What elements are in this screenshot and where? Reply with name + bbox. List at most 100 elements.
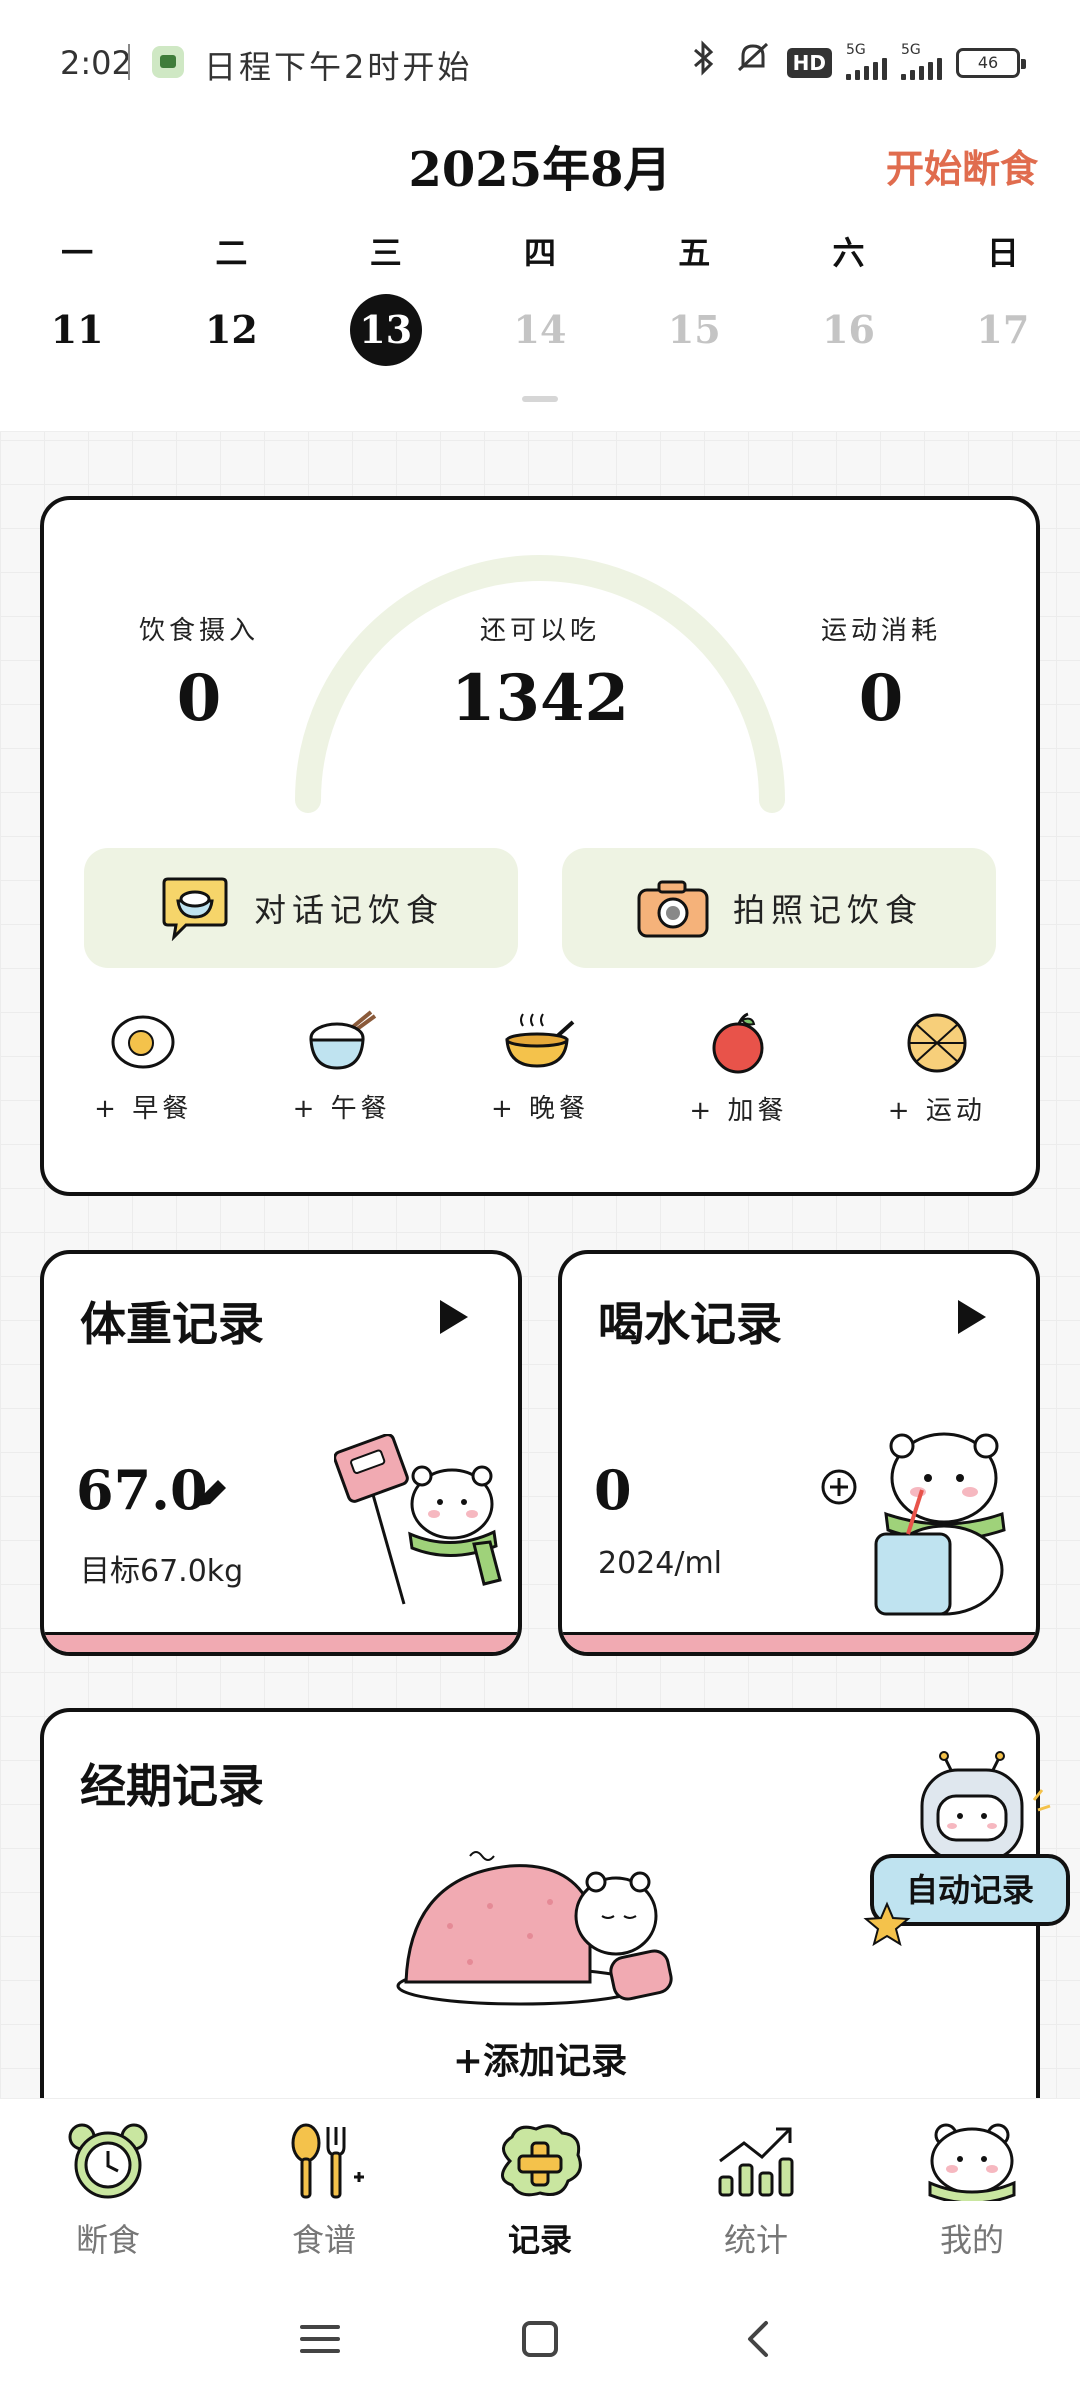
meal-snack-button[interactable]: + 加餐 <box>639 1010 837 1127</box>
date-cell[interactable]: 11 <box>0 294 154 366</box>
bear-drink-illustration <box>874 1432 1006 1616</box>
date-number: 17 <box>976 307 1030 352</box>
star-icon <box>863 1901 911 1947</box>
meal-dinner-button[interactable]: + 晚餐 <box>441 1010 639 1127</box>
weight-card-title: 体重记录 <box>72 1288 272 1354</box>
chat-bowl-icon <box>162 877 228 941</box>
weight-value: 67.0 <box>76 1458 208 1522</box>
weekday-label: 六 <box>832 234 865 272</box>
calorie-summary-card: 饮食摄入 0 还可以吃 1342 运动消耗 0 对话记饮食 拍照记饮食 + 早餐… <box>40 496 1040 1196</box>
period-card-title: 经期记录 <box>72 1750 272 1816</box>
burn-label: 运动消耗 <box>820 616 941 646</box>
status-icons: HD 5G 5G 46 <box>689 40 1026 85</box>
bar-chart-icon <box>718 2127 794 2197</box>
meal-breakfast-button[interactable]: + 早餐 <box>44 1010 242 1127</box>
remaining-value: 1342 <box>450 661 630 736</box>
meal-lunch-button[interactable]: + 午餐 <box>242 1010 440 1127</box>
date-cell[interactable]: 14 <box>463 294 617 366</box>
date-number: 15 <box>667 307 721 352</box>
camera-icon <box>637 880 709 938</box>
intake-value: 0 <box>176 661 222 736</box>
weekday-label: 一 <box>61 234 94 272</box>
back-icon[interactable] <box>738 2317 782 2361</box>
weekday-label: 五 <box>678 234 711 272</box>
hd-badge: HD <box>786 47 832 78</box>
egg-icon <box>111 1015 175 1069</box>
weekday-label: 四 <box>523 234 556 272</box>
weekday-label: 三 <box>369 234 402 272</box>
intake-label: 饮食摄入 <box>138 616 259 646</box>
date-cell[interactable]: 12 <box>154 294 308 366</box>
apple-icon <box>712 1012 764 1074</box>
robot-bear-icon <box>920 1751 1051 1862</box>
meal-label: + 运动 <box>887 1096 986 1126</box>
nav-item-fasting[interactable]: 断食 <box>0 2121 216 2261</box>
basketball-icon <box>907 1013 967 1073</box>
nav-item-profile[interactable]: 我的 <box>864 2121 1080 2261</box>
photo-log-label: 拍照记饮食 <box>732 891 923 929</box>
date-cell[interactable]: 15 <box>617 294 771 366</box>
meal-label: + 早餐 <box>94 1094 193 1124</box>
add-water-icon[interactable] <box>820 1468 858 1506</box>
water-card-title: 喝水记录 <box>590 1288 790 1354</box>
weight-card[interactable]: 体重记录 67.0 目标67.0kg <box>40 1250 522 1656</box>
water-title-text: 喝水记录 <box>598 1297 782 1351</box>
nav-label: 食谱 <box>291 2221 356 2259</box>
nav-item-stats[interactable]: 统计 <box>648 2121 864 2261</box>
weight-title-text: 体重记录 <box>80 1297 264 1351</box>
nav-label: 统计 <box>723 2221 788 2259</box>
chat-log-button[interactable]: 对话记饮食 <box>84 848 518 968</box>
date-cell[interactable]: 16 <box>771 294 925 366</box>
auto-record-button[interactable]: 自动记录 <box>862 1750 1080 1950</box>
menu-icon[interactable] <box>298 2319 342 2359</box>
nav-label: 断食 <box>75 2221 140 2259</box>
water-value: 0 <box>594 1458 632 1522</box>
nav-label-active: 记录 <box>507 2221 572 2259</box>
play-icon[interactable] <box>440 1300 468 1334</box>
meal-row: + 早餐 + 午餐 + 晚餐 + 加餐 + 运动 <box>44 1010 1036 1127</box>
status-time: 2:02 <box>60 44 132 82</box>
status-notification: 日程下午2时开始 <box>204 48 473 86</box>
edit-pencil-icon[interactable] <box>194 1476 230 1512</box>
meal-label: + 加餐 <box>689 1096 788 1126</box>
signal-icon: 5G <box>846 42 887 80</box>
soup-bowl-icon <box>505 1013 575 1068</box>
status-separator <box>128 44 130 80</box>
rice-bowl-icon <box>308 1010 376 1070</box>
add-period-record-button[interactable]: +添加记录 <box>44 2032 1036 2084</box>
add-record-icon <box>501 2124 582 2197</box>
signal-icon-2: 5G <box>901 42 942 80</box>
play-icon[interactable] <box>958 1300 986 1334</box>
photo-log-button[interactable]: 拍照记饮食 <box>562 848 996 968</box>
nav-item-record-active[interactable]: 记录 <box>432 2121 648 2261</box>
sleeping-bear-illustration <box>396 1851 673 2006</box>
remaining-stat: 还可以吃 1342 <box>430 610 650 736</box>
system-nav-bar <box>0 2317 1080 2361</box>
home-icon[interactable] <box>518 2317 562 2361</box>
nav-label: 我的 <box>939 2221 1004 2259</box>
water-card[interactable]: 喝水记录 0 2024/ml <box>558 1250 1040 1656</box>
calendar-app-icon <box>152 46 184 78</box>
start-fast-button[interactable]: 开始断食 <box>886 138 1038 193</box>
network-label-2: 5G <box>901 41 921 58</box>
top-area: 2:02 日程下午2时开始 HD 5G 5G 46 2025年8月 开始断食 一 <box>0 0 1080 432</box>
card-base <box>562 1632 1036 1652</box>
weight-target: 目标67.0kg <box>80 1554 244 1589</box>
nav-item-recipes[interactable]: 食谱 <box>216 2121 432 2261</box>
intake-stat: 饮食摄入 0 <box>104 610 294 736</box>
date-cell[interactable]: 17 <box>926 294 1080 366</box>
alarm-clock-icon <box>68 2123 148 2199</box>
weekday-label: 日 <box>986 234 1019 272</box>
calendar-drag-handle[interactable] <box>522 396 558 402</box>
date-row: 11 12 13 14 15 16 17 <box>0 294 1080 366</box>
date-number: 16 <box>822 307 875 352</box>
bottom-nav: 断食 食谱 记录 统计 我的 <box>0 2098 1080 2403</box>
date-number: 12 <box>204 307 258 352</box>
remaining-label: 还可以吃 <box>479 616 600 646</box>
exercise-button[interactable]: + 运动 <box>838 1010 1036 1127</box>
chat-log-label: 对话记饮食 <box>253 891 444 929</box>
burn-value: 0 <box>858 661 904 736</box>
date-cell-selected[interactable]: 13 <box>309 294 463 366</box>
period-title-text: 经期记录 <box>80 1759 264 1813</box>
date-number-selected: 13 <box>349 294 422 366</box>
